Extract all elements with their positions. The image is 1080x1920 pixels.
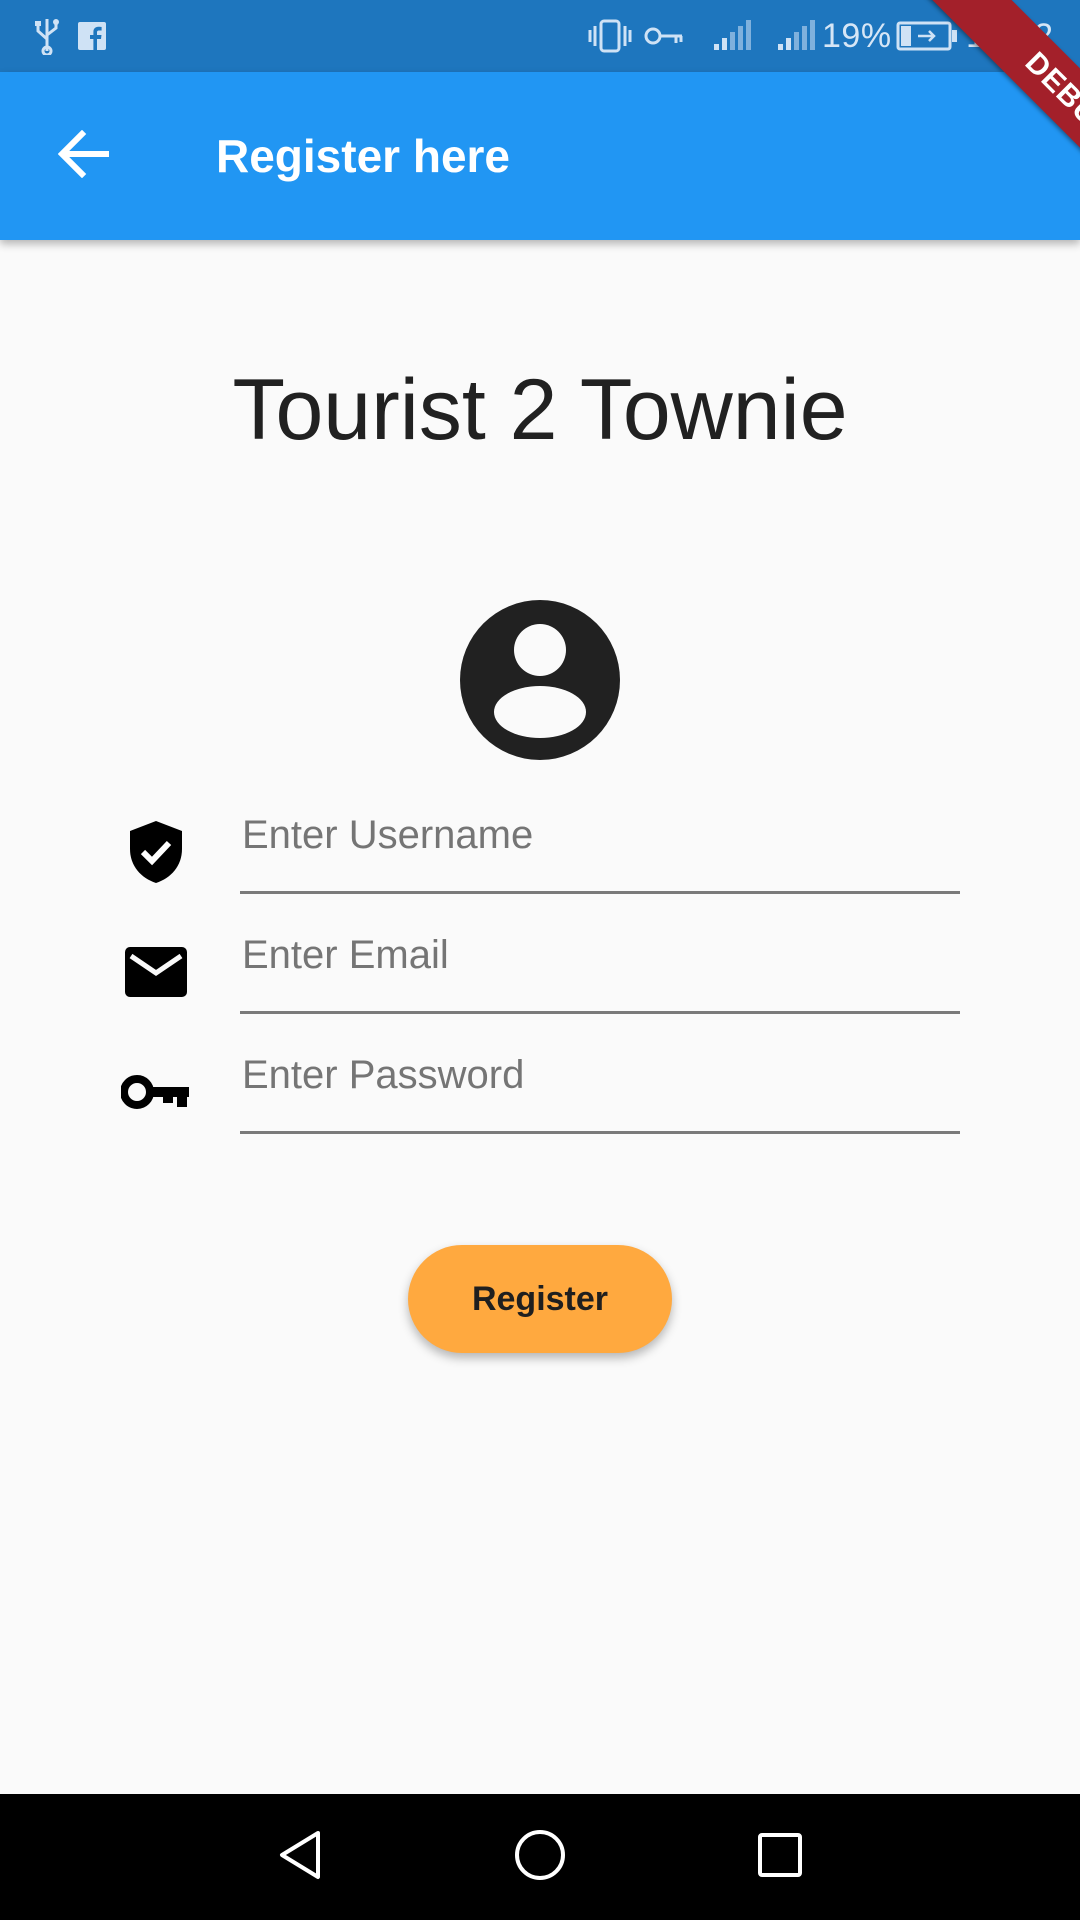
signal-icon (776, 0, 816, 72)
password-field[interactable] (240, 1034, 960, 1134)
recents-square-icon (756, 1831, 804, 1884)
nav-back-button[interactable] (230, 1794, 370, 1920)
app-bar: Register here (0, 72, 1080, 240)
nav-recents-button[interactable] (710, 1794, 850, 1920)
password-row (0, 1034, 1080, 1144)
account-circle-icon (460, 600, 620, 760)
verified-user-icon (118, 816, 194, 888)
email-row (0, 914, 1080, 1024)
vpn-key-icon (118, 1056, 194, 1128)
battery-charging-icon (896, 0, 958, 72)
register-button[interactable]: Register (408, 1245, 672, 1353)
email-field[interactable] (240, 914, 960, 1014)
back-button[interactable] (48, 120, 120, 192)
clock: 19:42 (966, 16, 1054, 55)
facebook-icon (78, 0, 106, 72)
page-title: Register here (216, 130, 511, 182)
back-triangle-icon (276, 1829, 324, 1886)
nav-home-button[interactable] (470, 1794, 610, 1920)
battery-percent: 19% (822, 16, 892, 55)
username-row (0, 794, 1080, 904)
vibrate-icon (588, 0, 632, 72)
usb-icon (34, 0, 60, 72)
navigation-bar (0, 1794, 1080, 1920)
app-heading: Tourist 2 Townie (232, 362, 848, 458)
vpn-key-icon (644, 0, 684, 72)
arrow-back-icon (57, 129, 110, 183)
signal-icon (712, 0, 752, 72)
email-icon (118, 936, 194, 1008)
status-bar: 19% 19:42 (0, 0, 1080, 72)
home-circle-icon (514, 1829, 566, 1886)
username-field[interactable] (240, 794, 960, 894)
